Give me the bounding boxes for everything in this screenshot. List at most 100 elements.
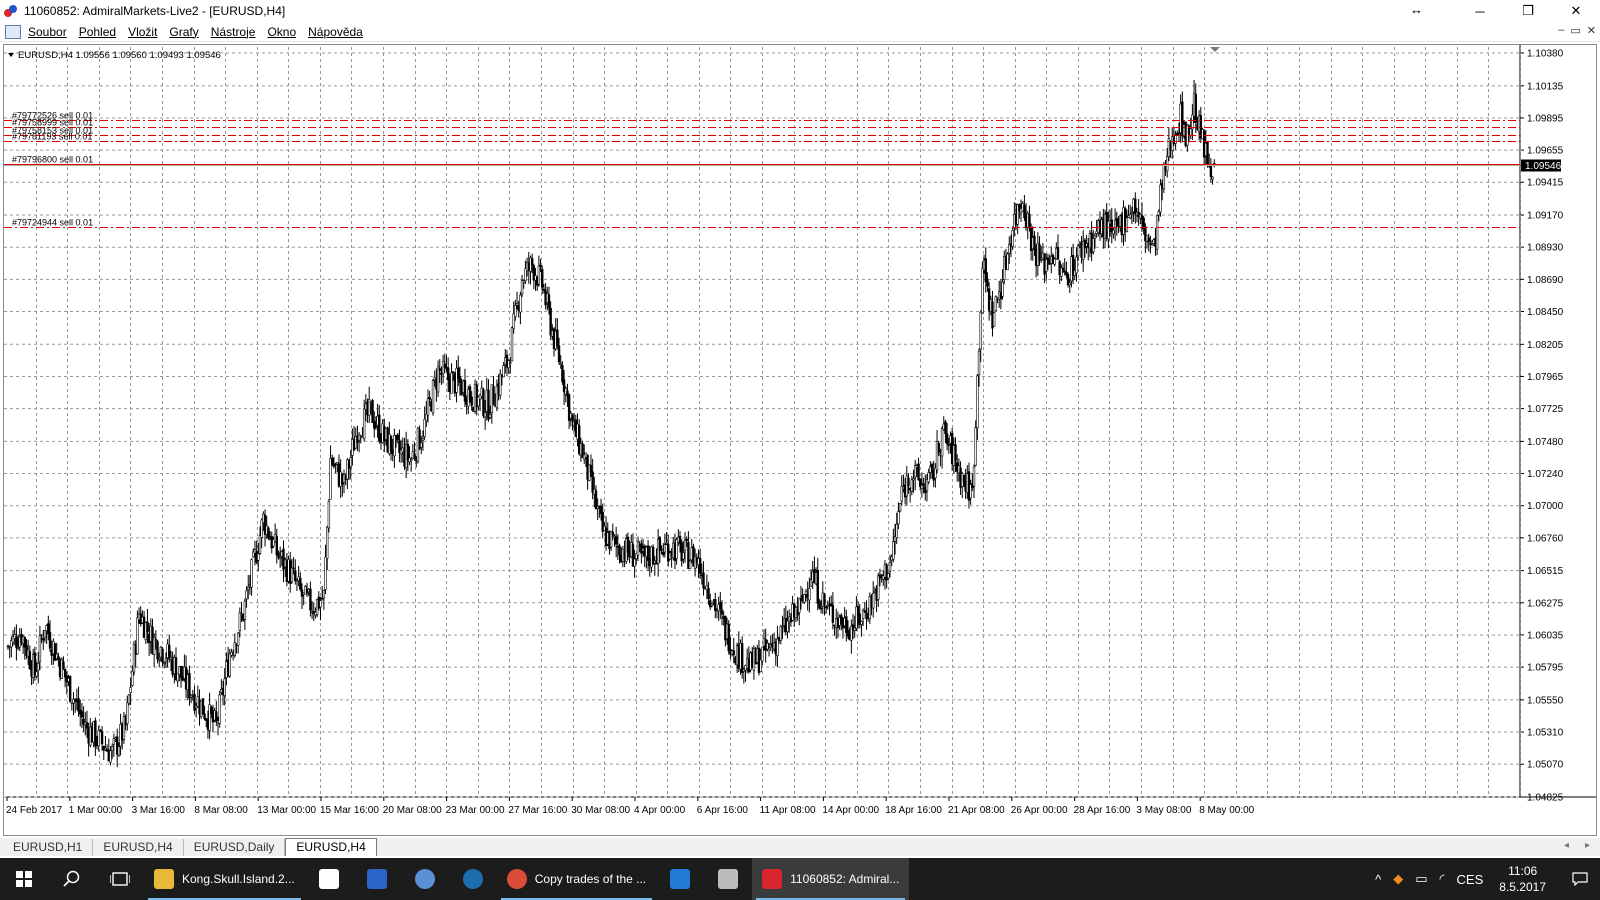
candle-body xyxy=(319,600,322,608)
candle-body xyxy=(38,635,42,662)
candle-body xyxy=(275,536,278,556)
tab-scroll-right-icon[interactable]: ▸ xyxy=(1585,840,1590,851)
time-tick-label: 8 Mar 08:00 xyxy=(194,805,248,816)
menu-soubor[interactable]: Soubor xyxy=(28,25,67,39)
media-player-icon xyxy=(462,869,483,889)
language-indicator[interactable]: CES xyxy=(1457,872,1484,887)
candle-body xyxy=(823,594,826,606)
tab-scroll-left-icon[interactable]: ◂ xyxy=(1564,840,1569,851)
chart-document-icon[interactable] xyxy=(5,24,21,39)
candle-body xyxy=(974,427,977,466)
candle-body xyxy=(309,588,312,611)
candle-body xyxy=(277,552,280,558)
tab-eurusd-daily[interactable]: EURUSD,Daily xyxy=(184,839,286,856)
candle-body xyxy=(1130,212,1134,214)
mdi-close-button[interactable]: ✕ xyxy=(1587,24,1596,37)
mdi-minimize-button[interactable]: – xyxy=(1558,24,1564,37)
time-tick-label: 6 Apr 16:00 xyxy=(697,805,749,816)
clock[interactable]: 11:06 8.5.2017 xyxy=(1499,863,1546,895)
taskbar-app-printer[interactable] xyxy=(704,858,752,900)
price-chart[interactable]: 1.10380 1.10135 1.09895 1.09655 1.09415 1.091… xyxy=(4,45,1596,835)
chart-area[interactable]: 1.10380 1.10135 1.09895 1.09655 1.09415 1.091… xyxy=(3,44,1597,836)
candle-body xyxy=(154,639,158,641)
candle-body xyxy=(203,713,206,720)
taskbar-app-folder[interactable]: Kong.Skull.Island.2... xyxy=(144,858,305,900)
candle-body xyxy=(510,327,514,362)
title-bar[interactable]: 11060852: AdmiralMarkets-Live2 - [EURUSD… xyxy=(0,0,1600,22)
candle-body xyxy=(421,438,425,441)
close-button[interactable]: ✕ xyxy=(1552,0,1600,22)
order-label: #79781193 sell 0.01 xyxy=(12,132,92,142)
taskbar-app-media-player[interactable] xyxy=(449,858,497,900)
candle-body xyxy=(267,527,270,539)
candle-body xyxy=(1006,253,1009,271)
menu-nastroje[interactable]: Nástroje xyxy=(211,25,256,39)
candle-body xyxy=(927,472,930,483)
action-center-icon[interactable] xyxy=(1560,872,1600,886)
tab-eurusd-h4-active[interactable]: EURUSD,H4 xyxy=(285,838,377,856)
candle-body xyxy=(1056,247,1060,260)
wifi-icon[interactable]: ◜ xyxy=(1440,871,1445,887)
taskbar-app-browser-globe[interactable] xyxy=(401,858,449,900)
taskbar-app-edge[interactable] xyxy=(656,858,704,900)
tray-fox-icon[interactable]: ◆ xyxy=(1393,871,1403,887)
candle-body xyxy=(972,466,976,487)
menu-napoveda[interactable]: Nápověda xyxy=(308,25,363,39)
candle-body xyxy=(683,539,687,551)
minimize-button[interactable]: ─ xyxy=(1456,0,1504,22)
menu-vlozit[interactable]: Vložit xyxy=(128,25,157,39)
candle-body xyxy=(423,418,426,437)
candle-body xyxy=(278,557,282,559)
folder-icon xyxy=(154,869,174,889)
candle-body xyxy=(633,558,636,567)
price-tick-label: 1.09415 xyxy=(1527,178,1564,189)
candle-body xyxy=(126,702,129,725)
windows-logo-icon[interactable] xyxy=(0,858,48,900)
menu-pohled[interactable]: Pohled xyxy=(79,25,116,39)
candle-body xyxy=(515,303,519,306)
mdi-restore-button[interactable]: ▭ xyxy=(1570,24,1580,37)
candle-body xyxy=(514,305,517,317)
tray-chevron-up-icon[interactable]: ^ xyxy=(1375,872,1381,887)
taskbar-app-photoshop[interactable] xyxy=(353,858,401,900)
menu-okno[interactable]: Okno xyxy=(267,25,296,39)
candle-body xyxy=(1076,245,1080,257)
time-tick-label: 14 Apr 00:00 xyxy=(822,805,879,816)
candle-body xyxy=(992,312,996,327)
candle-body xyxy=(922,483,925,486)
candle-body xyxy=(245,590,248,600)
candle-body xyxy=(68,676,72,702)
maximize-button[interactable]: ❐ xyxy=(1504,0,1552,22)
price-tick-label: 1.09655 xyxy=(1527,146,1564,157)
search-icon[interactable] xyxy=(48,858,96,900)
candle-body xyxy=(228,653,231,677)
taskbar-app-metatrader[interactable]: 11060852: Admiral... xyxy=(752,858,910,900)
candle-body xyxy=(1134,198,1137,215)
menu-grafy[interactable]: Grafy xyxy=(169,25,198,39)
battery-icon[interactable]: ▭ xyxy=(1415,871,1427,887)
candle-body xyxy=(349,457,352,468)
candle-body xyxy=(688,560,692,570)
taskbar-app-store[interactable] xyxy=(305,858,353,900)
chart-tabs: EURUSD,H1 EURUSD,H4 EURUSD,Daily EURUSD,… xyxy=(0,838,1600,856)
price-tick-label: 1.06515 xyxy=(1527,566,1564,577)
tab-eurusd-h1[interactable]: EURUSD,H1 xyxy=(3,839,94,856)
candle-body xyxy=(614,536,618,545)
candle-body xyxy=(243,600,247,620)
candle-body xyxy=(374,425,378,428)
candle-body xyxy=(930,464,934,469)
candle-body xyxy=(443,363,446,368)
candle-body xyxy=(1211,176,1214,180)
candle-body xyxy=(1147,237,1150,243)
candle-body xyxy=(1028,214,1031,228)
candle-body xyxy=(559,363,562,365)
taskbar-app-chrome[interactable]: Copy trades of the ... xyxy=(497,858,656,900)
clock-time: 11:06 xyxy=(1508,864,1538,878)
tab-eurusd-h4[interactable]: EURUSD,H4 xyxy=(93,839,184,856)
candle-body xyxy=(483,412,487,418)
price-tick-label: 1.06035 xyxy=(1527,630,1564,641)
candle-body xyxy=(85,722,89,729)
candle-body xyxy=(761,646,764,662)
task-view-icon[interactable] xyxy=(96,858,144,900)
candle-body xyxy=(962,474,966,482)
